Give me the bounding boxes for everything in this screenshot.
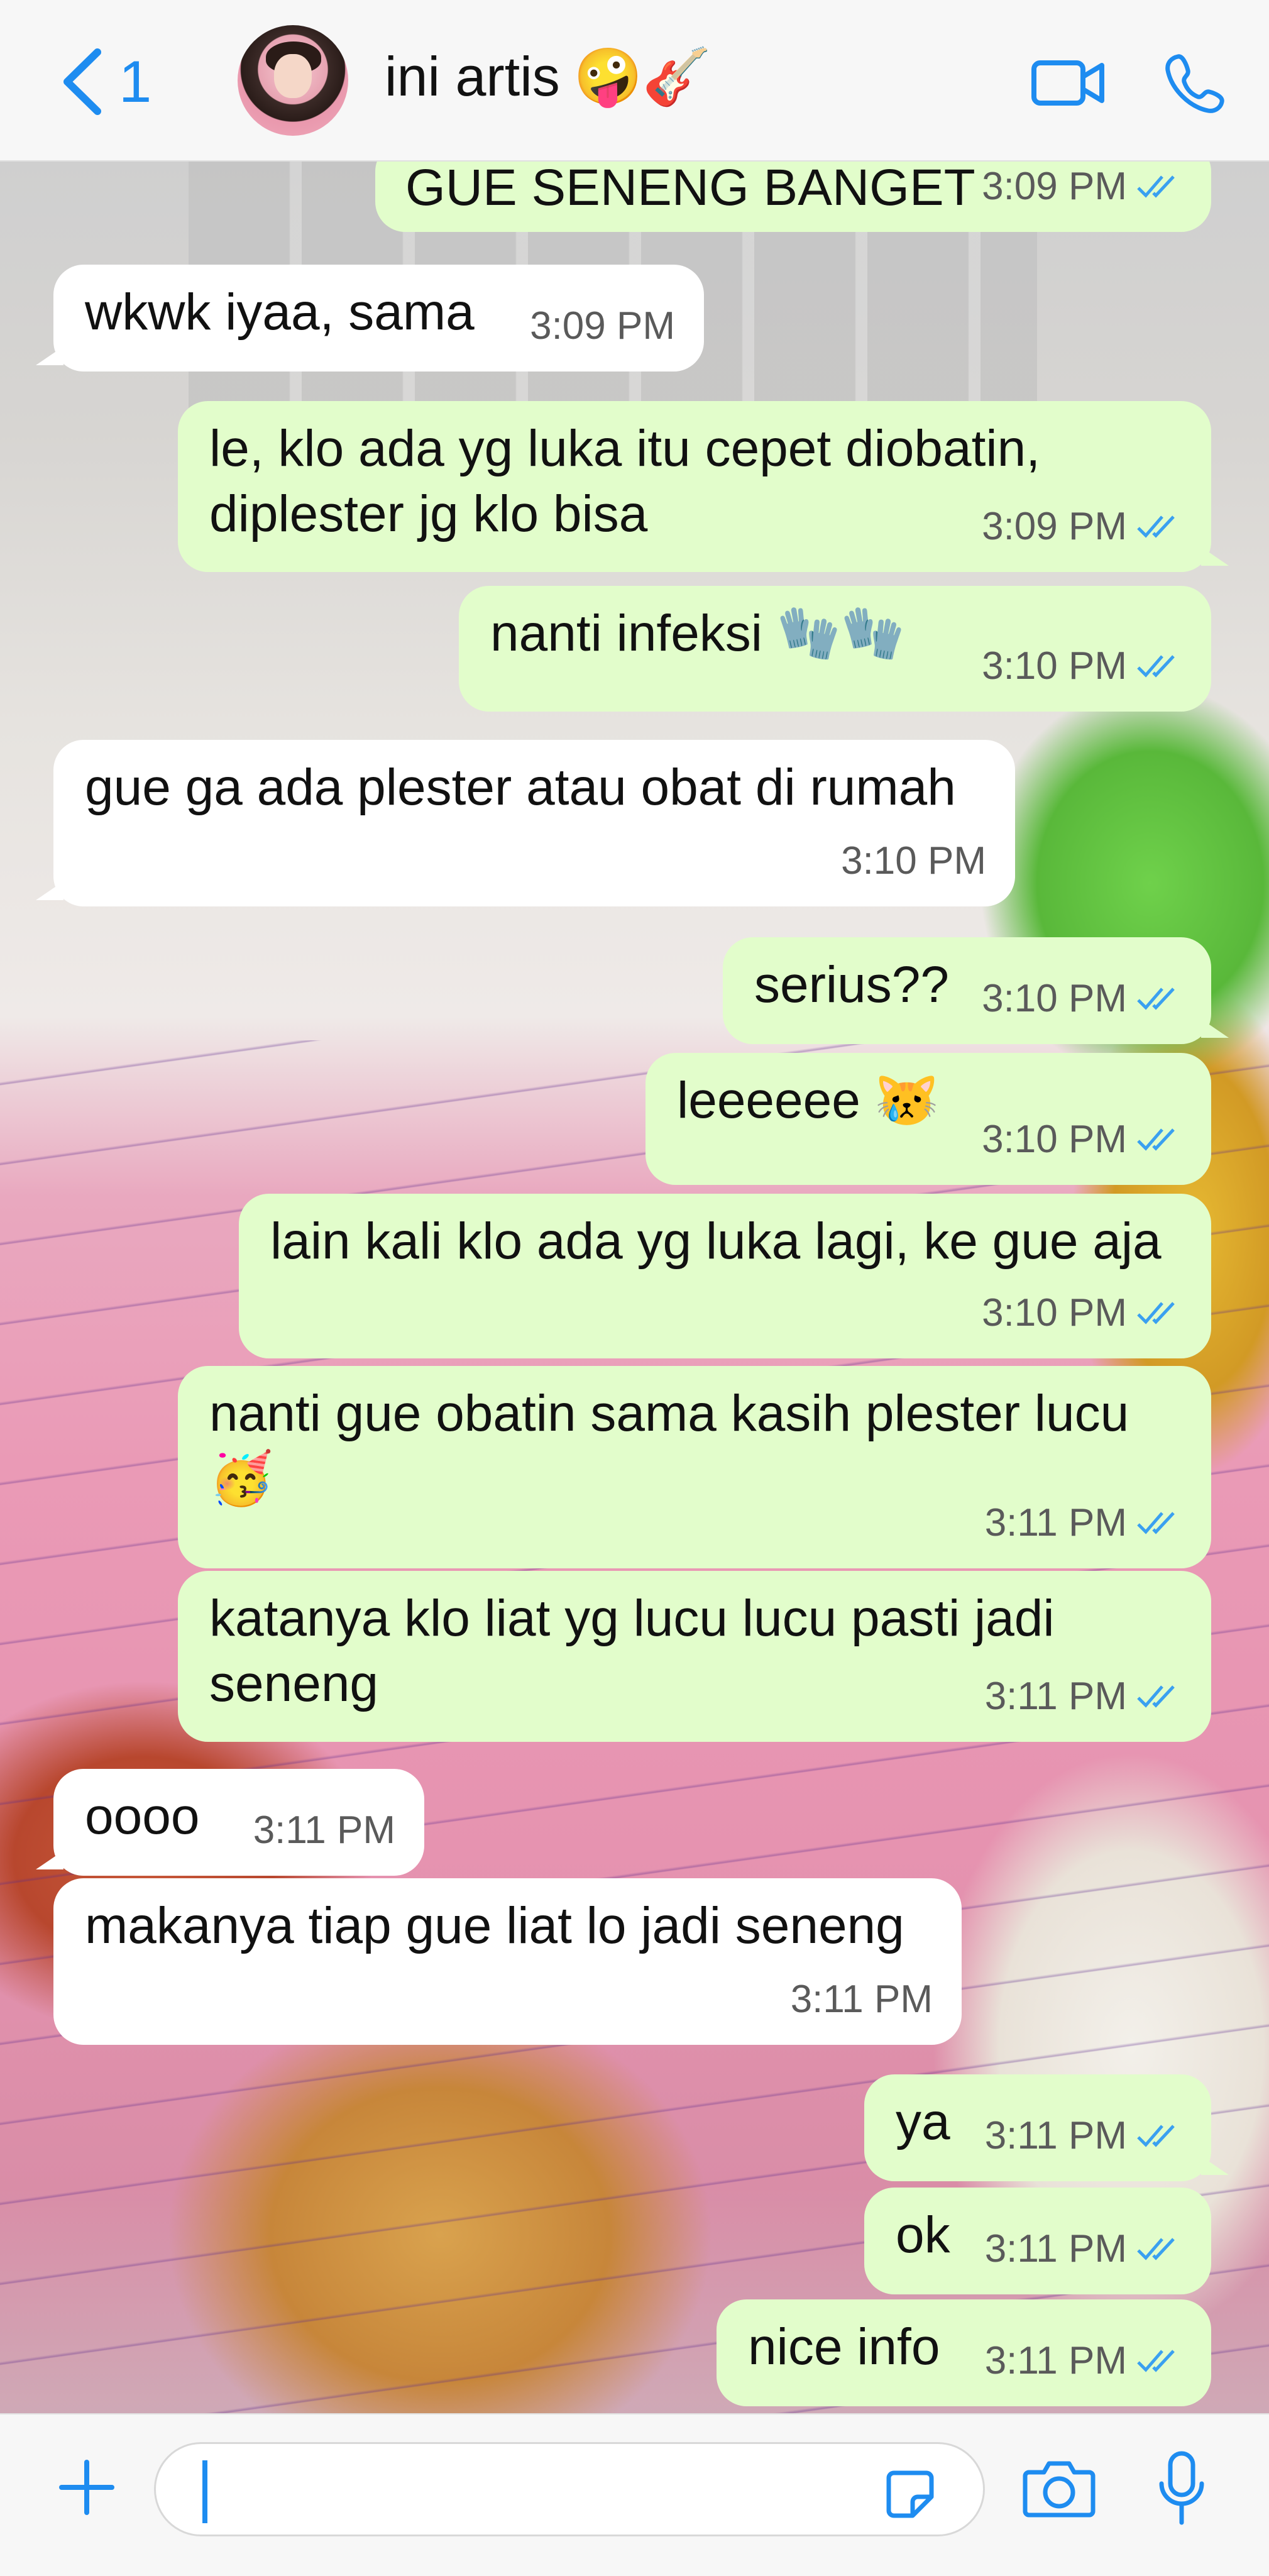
chat-background: GUE SENENG BANGET 3:09 PM wkwk iyaa, sam… [0,160,1269,2413]
contact-name[interactable]: ini artis 🤪🎸 [385,44,711,109]
message-incoming[interactable]: gue ga ada plester atau obat di rumah 3:… [36,740,1015,906]
message-meta: 3:11 PM [791,1967,933,2032]
message-time: 3:10 PM [841,839,986,883]
double-check-icon [1137,515,1175,538]
double-check-icon [1137,655,1175,678]
message-meta: 3:10 PM [982,634,1182,699]
message-meta: 3:11 PM [253,1798,395,1863]
message-time: 3:09 PM [982,165,1127,208]
contact-name-text: ini artis [385,45,560,107]
message-outgoing[interactable]: nanti gue obatin sama kasih plester lucu… [178,1366,1211,1568]
message-outgoing[interactable]: le, klo ada yg luka itu cepet diobatin, … [178,401,1229,572]
message-text: ok [896,2206,950,2264]
message-outgoing[interactable]: ok 3:11 PM [864,2188,1211,2294]
message-incoming[interactable]: makanya tiap gue liat lo jadi seneng 3:1… [53,1878,962,2045]
message-time: 3:11 PM [984,1501,1127,1544]
double-check-icon [1137,1685,1175,1708]
message-text: katanya klo liat yg lucu lucu pasti jadi… [209,1590,1055,1712]
message-text: nice info [748,2318,940,2375]
double-check-icon [1137,988,1175,1010]
message-meta: 3:10 PM [982,966,1182,1032]
unread-count: 1 [119,48,152,114]
message-time: 3:11 PM [984,2339,1127,2382]
message-outgoing[interactable]: leeeeee 😿 3:10 PM [645,1053,1211,1185]
message-text: makanya tiap gue liat lo jadi seneng [85,1897,904,1954]
double-check-icon [1137,2125,1175,2147]
message-incoming[interactable]: oooo 3:11 PM [36,1769,424,1876]
message-outgoing[interactable]: nanti infeksi 🧤🧤 3:10 PM [459,586,1211,712]
composer-bar [0,2413,1269,2576]
message-outgoing[interactable]: GUE SENENG BANGET 3:09 PM [375,160,1211,232]
double-check-icon [1137,2350,1175,2372]
message-time: 3:10 PM [982,977,1127,1020]
message-text: ya [896,2093,950,2150]
message-outgoing[interactable]: nice info 3:11 PM [717,2299,1211,2406]
text-cursor [202,2460,207,2523]
chat-header: 1 ini artis 🤪🎸 [0,0,1269,162]
message-outgoing[interactable]: ya 3:11 PM [864,2074,1229,2181]
video-call-icon[interactable] [1031,58,1106,108]
message-time: 3:10 PM [982,1291,1127,1335]
message-time: 3:11 PM [984,2227,1127,2271]
message-meta: 3:10 PM [982,1280,1182,1346]
message-text: leeeeee 😿 [677,1072,939,1129]
message-input[interactable] [154,2442,985,2536]
message-meta: 3:10 PM [982,1107,1182,1172]
double-check-icon [1137,1302,1175,1324]
contact-name-emojis: 🤪🎸 [573,44,711,109]
plus-icon[interactable] [55,2456,118,2519]
message-text: serius?? [754,956,949,1013]
message-meta: 3:11 PM [985,1664,1182,1729]
message-outgoing[interactable]: katanya klo liat yg lucu lucu pasti jadi… [178,1571,1211,1742]
chevron-left-icon [63,48,101,115]
message-time: 3:10 PM [982,644,1127,688]
message-text: lain kali klo ada yg luka lagi, ke gue a… [270,1213,1162,1270]
avatar[interactable] [238,25,348,136]
double-check-icon [1137,2238,1175,2260]
message-time: 3:11 PM [984,1675,1127,1718]
phone-call-icon[interactable] [1164,52,1227,114]
message-text: GUE SENENG BANGET [405,160,975,216]
avatar-face [274,54,312,98]
message-time: 3:10 PM [982,1118,1127,1161]
message-meta: 3:11 PM [985,1490,1182,1556]
message-meta: 3:11 PM [985,2328,1182,2394]
message-time: 3:11 PM [790,1978,933,2021]
message-text: nanti gue obatin sama kasih plester lucu… [209,1385,1129,1507]
message-meta: 3:09 PM [982,160,1182,219]
double-check-icon [1137,1512,1175,1534]
message-text: oooo [85,1788,200,1845]
message-text: gue ga ada plester atau obat di rumah [85,759,956,816]
microphone-icon[interactable] [1156,2450,1207,2528]
back-button[interactable]: 1 [60,47,151,116]
message-time: 3:09 PM [530,304,675,348]
message-meta: 3:11 PM [985,2216,1182,2282]
double-check-icon [1137,175,1175,198]
message-text: nanti infeksi 🧤🧤 [490,605,906,662]
message-incoming[interactable]: wkwk iyaa, sama 3:09 PM [36,265,704,372]
camera-icon[interactable] [1021,2457,1097,2520]
message-outgoing[interactable]: serius?? 3:10 PM [723,937,1229,1044]
message-time: 3:09 PM [982,505,1127,548]
message-meta: 3:09 PM [982,494,1182,559]
double-check-icon [1137,1128,1175,1151]
sticker-icon[interactable] [885,2469,935,2519]
message-meta: 3:11 PM [985,2103,1182,2169]
message-text: wkwk iyaa, sama [85,283,475,341]
message-time: 3:11 PM [253,1808,395,1852]
message-text: le, klo ada yg luka itu cepet diobatin, … [209,420,1040,542]
message-outgoing[interactable]: lain kali klo ada yg luka lagi, ke gue a… [239,1194,1211,1358]
message-meta: 3:10 PM [841,828,986,894]
message-time: 3:11 PM [984,2114,1127,2157]
message-meta: 3:09 PM [530,294,675,359]
